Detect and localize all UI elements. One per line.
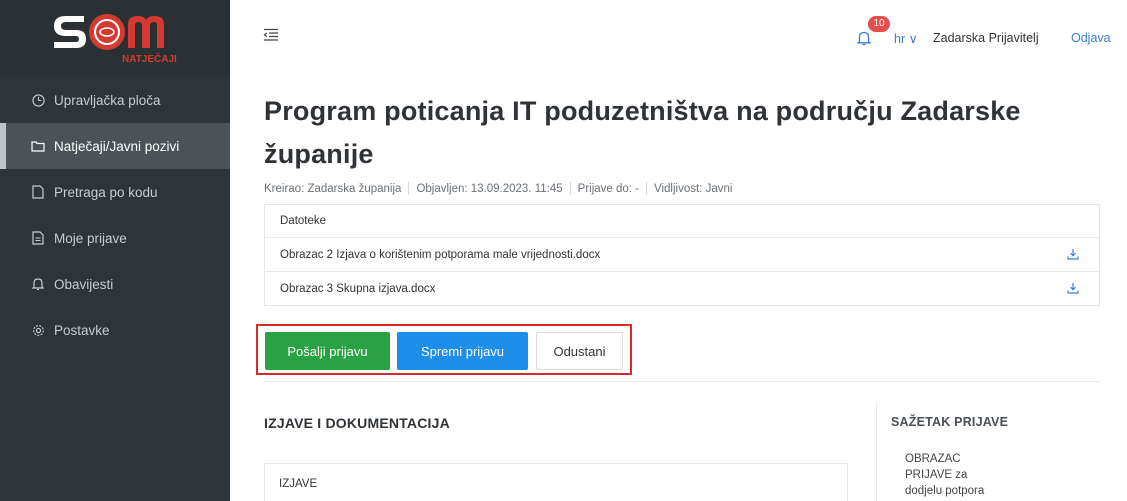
sidebar-item-dashboard[interactable]: Upravljačka ploča — [0, 77, 230, 123]
sidebar-item-label: Obavijesti — [54, 276, 114, 292]
download-icon[interactable] — [1067, 282, 1079, 294]
save-application-button[interactable]: Spremi prijavu — [397, 332, 528, 370]
app-logo[interactable]: NATJEČAJI — [0, 0, 230, 75]
sidebar: NATJEČAJI Upravljačka ploča Natječaji/Ja… — [0, 0, 230, 501]
meta-divider — [569, 182, 571, 195]
logo-subtitle: NATJEČAJI — [122, 52, 177, 65]
sidebar-item-label: Postavke — [54, 322, 110, 338]
gear-icon — [30, 322, 46, 338]
izjave-panel: IZJAVE — [264, 463, 848, 501]
logo-graphic: NATJEČAJI — [54, 14, 177, 65]
meta-divider — [646, 182, 648, 195]
download-icon[interactable] — [1067, 248, 1079, 260]
user-name: Zadarska Prijavitelj — [933, 31, 1039, 45]
menu-toggle-icon[interactable] — [263, 28, 279, 44]
bell-icon — [30, 276, 46, 292]
sidebar-item-pretraga[interactable]: Pretraga po kodu — [0, 169, 230, 215]
cancel-button[interactable]: Odustani — [536, 332, 623, 370]
language-selector[interactable]: hr ∨ — [894, 31, 918, 46]
files-table: Datoteke Obrazac 2 Izjava o korištenim p… — [264, 204, 1100, 306]
notification-count-badge: 10 — [868, 16, 890, 32]
summary-divider — [876, 403, 877, 501]
dashboard-icon — [30, 92, 46, 108]
sidebar-item-moje-prijave[interactable]: Moje prijave — [0, 215, 230, 261]
send-application-button[interactable]: Pošalji prijavu — [265, 332, 390, 370]
logout-link[interactable]: Odjava — [1071, 31, 1111, 45]
document-icon — [30, 230, 46, 246]
sidebar-item-label: Pretraga po kodu — [54, 184, 158, 200]
section-divider — [264, 381, 1100, 382]
sidebar-item-label: Natječaji/Javni pozivi — [54, 138, 180, 154]
file-row[interactable]: Obrazac 2 Izjava o korištenim potporama … — [265, 237, 1099, 271]
files-header-label: Datoteke — [280, 215, 327, 227]
sidebar-item-label: Moje prijave — [54, 230, 127, 246]
sidebar-item-postavke[interactable]: Postavke — [0, 307, 230, 353]
sidebar-item-label: Upravljačka ploča — [54, 92, 161, 108]
summary-link[interactable]: OBRAZAC PRIJAVE za dodjelu potpora — [905, 451, 995, 499]
files-header: Datoteke — [265, 205, 1099, 237]
izjave-label: IZJAVE — [279, 478, 318, 490]
top-header: 10 hr ∨ Zadarska Prijavitelj Odjava — [230, 0, 1127, 75]
page-meta: Kreirao: Zadarska županija Objavljen: 13… — [264, 182, 1100, 195]
summary-title: SAŽETAK PRIJAVE — [891, 415, 1009, 429]
file-icon — [30, 184, 46, 200]
section-title: IZJAVE I DOKUMENTACIJA — [264, 415, 450, 431]
main-content: Program poticanja IT poduzetništva na po… — [264, 90, 1100, 306]
meta-deadline: Prijave do: - — [577, 182, 640, 195]
file-name[interactable]: Obrazac 2 Izjava o korištenim potporama … — [280, 249, 600, 261]
sidebar-nav: Upravljačka ploča Natječaji/Javni pozivi… — [0, 77, 230, 353]
file-name[interactable]: Obrazac 3 Skupna izjava.docx — [280, 283, 435, 295]
folder-icon — [30, 138, 46, 154]
meta-divider — [408, 182, 410, 195]
file-row[interactable]: Obrazac 3 Skupna izjava.docx — [265, 271, 1099, 305]
meta-published: Objavljen: 13.09.2023. 11:45 — [416, 182, 563, 195]
sidebar-item-natjecaji[interactable]: Natječaji/Javni pozivi — [0, 123, 230, 169]
notifications-bell-icon[interactable] — [856, 30, 872, 46]
meta-visibility: Vidljivost: Javni — [654, 182, 733, 195]
sidebar-item-obavijesti[interactable]: Obavijesti — [0, 261, 230, 307]
page-title: Program poticanja IT poduzetništva na po… — [264, 96, 1021, 169]
meta-author: Kreirao: Zadarska županija — [264, 182, 402, 195]
